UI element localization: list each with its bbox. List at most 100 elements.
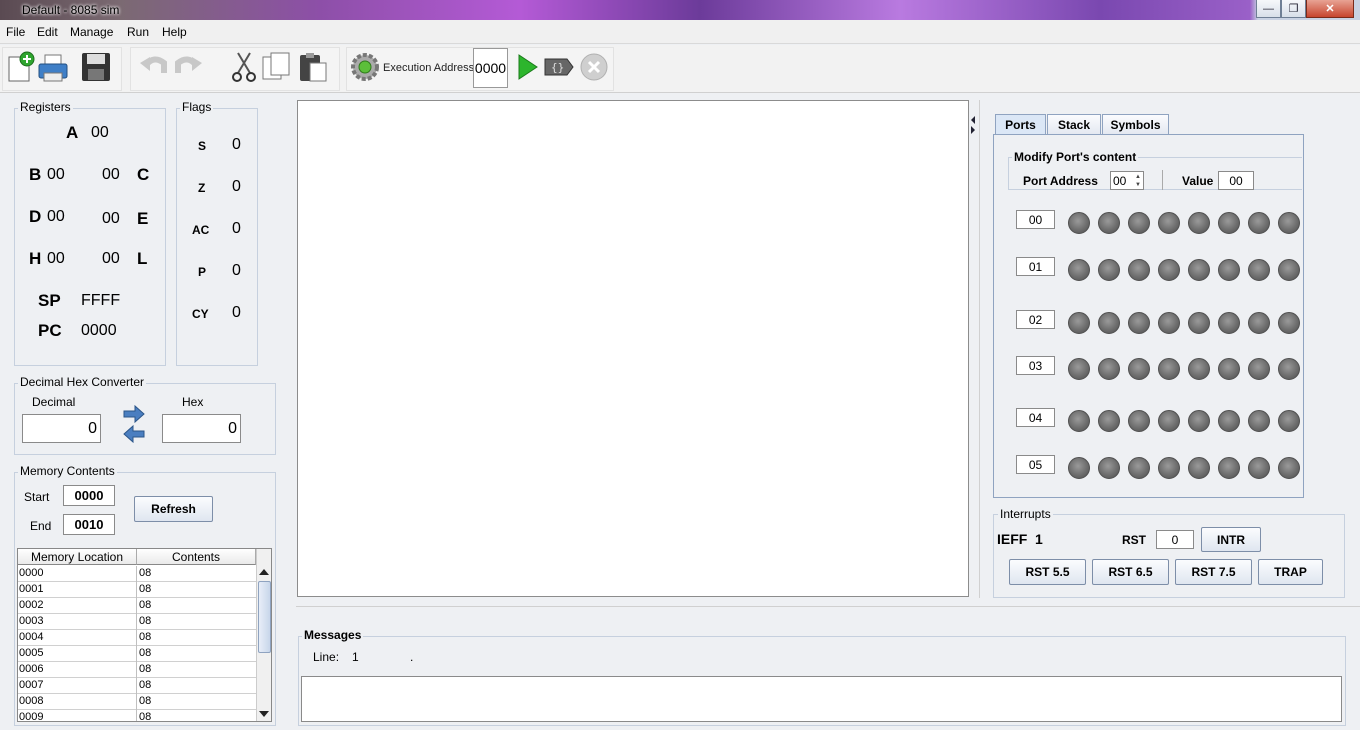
spinner-arrows-icon[interactable]: ▲ ▼: [1135, 173, 1141, 189]
rst-input[interactable]: 0: [1156, 530, 1194, 549]
menu-run[interactable]: Run: [127, 25, 149, 39]
splitter[interactable]: [970, 100, 978, 598]
cell-location[interactable]: 0008: [19, 695, 43, 707]
scroll-down-icon[interactable]: [259, 711, 269, 717]
port-01-bit-0-led-icon[interactable]: [1278, 259, 1300, 281]
port-01-bit-1-led-icon[interactable]: [1248, 259, 1270, 281]
cell-contents[interactable]: 08: [139, 631, 151, 643]
cell-location[interactable]: 0007: [19, 679, 43, 691]
port-04-bit-5-led-icon[interactable]: [1128, 410, 1150, 432]
cell-location[interactable]: 0001: [19, 583, 43, 595]
collapse-left-icon[interactable]: [971, 116, 975, 124]
cell-location[interactable]: 0000: [19, 567, 43, 579]
rst-5-5-button[interactable]: RST 5.5: [1009, 559, 1086, 585]
cell-contents[interactable]: 08: [139, 679, 151, 691]
table-row[interactable]: 0008 08: [18, 694, 256, 710]
menu-manage[interactable]: Manage: [70, 25, 113, 39]
cell-location[interactable]: 0002: [19, 599, 43, 611]
port-04-bit-3-led-icon[interactable]: [1188, 410, 1210, 432]
port-02-bit-1-led-icon[interactable]: [1248, 312, 1270, 334]
port-02-bit-2-led-icon[interactable]: [1218, 312, 1240, 334]
port-03-bit-0-led-icon[interactable]: [1278, 358, 1300, 380]
port-05-bit-7-led-icon[interactable]: [1068, 457, 1090, 479]
port-02-bit-3-led-icon[interactable]: [1188, 312, 1210, 334]
table-row[interactable]: 0007 08: [18, 678, 256, 694]
stop-button[interactable]: [578, 51, 610, 83]
new-file-button[interactable]: [5, 51, 37, 83]
port-04-bit-1-led-icon[interactable]: [1248, 410, 1270, 432]
port-01-bit-7-led-icon[interactable]: [1068, 259, 1090, 281]
port-02-bit-7-led-icon[interactable]: [1068, 312, 1090, 334]
port-00-bit-6-led-icon[interactable]: [1098, 212, 1120, 234]
port-03-bit-6-led-icon[interactable]: [1098, 358, 1120, 380]
memory-end-input[interactable]: 0010: [63, 514, 115, 535]
port-04-bit-0-led-icon[interactable]: [1278, 410, 1300, 432]
port-01-bit-5-led-icon[interactable]: [1128, 259, 1150, 281]
maximize-button[interactable]: ❐: [1281, 0, 1306, 18]
port-05-bit-6-led-icon[interactable]: [1098, 457, 1120, 479]
port-04-bit-7-led-icon[interactable]: [1068, 410, 1090, 432]
port-00-bit-1-led-icon[interactable]: [1248, 212, 1270, 234]
port-00-bit-5-led-icon[interactable]: [1128, 212, 1150, 234]
port-01-bit-2-led-icon[interactable]: [1218, 259, 1240, 281]
port-04-bit-2-led-icon[interactable]: [1218, 410, 1240, 432]
step-button[interactable]: {}: [543, 51, 575, 83]
menu-file[interactable]: File: [6, 25, 25, 39]
print-button[interactable]: [37, 51, 69, 83]
copy-button[interactable]: [261, 51, 293, 83]
memory-start-input[interactable]: 0000: [63, 485, 115, 506]
cell-location[interactable]: 0003: [19, 615, 43, 627]
rst-7-5-button[interactable]: RST 7.5: [1175, 559, 1252, 585]
cell-contents[interactable]: 08: [139, 647, 151, 659]
refresh-button[interactable]: Refresh: [134, 496, 213, 522]
redo-button[interactable]: [172, 51, 204, 83]
cell-contents[interactable]: 08: [139, 695, 151, 707]
port-00-bit-3-led-icon[interactable]: [1188, 212, 1210, 234]
minimize-button[interactable]: —: [1256, 0, 1281, 18]
port-05-bit-4-led-icon[interactable]: [1158, 457, 1180, 479]
intr-button[interactable]: INTR: [1201, 527, 1261, 552]
port-03-bit-2-led-icon[interactable]: [1218, 358, 1240, 380]
port-01-bit-4-led-icon[interactable]: [1158, 259, 1180, 281]
save-button[interactable]: [80, 51, 112, 83]
rst-6-5-button[interactable]: RST 6.5: [1092, 559, 1169, 585]
hex-to-decimal-button[interactable]: [123, 424, 145, 446]
port-05-bit-1-led-icon[interactable]: [1248, 457, 1270, 479]
port-02-bit-6-led-icon[interactable]: [1098, 312, 1120, 334]
cell-location[interactable]: 0004: [19, 631, 43, 643]
port-00-bit-4-led-icon[interactable]: [1158, 212, 1180, 234]
cell-contents[interactable]: 08: [139, 663, 151, 675]
table-row[interactable]: 0004 08: [18, 630, 256, 646]
hex-input[interactable]: 0: [162, 414, 241, 443]
table-row[interactable]: 0001 08: [18, 582, 256, 598]
port-03-bit-3-led-icon[interactable]: [1188, 358, 1210, 380]
scroll-thumb[interactable]: [258, 581, 271, 653]
table-row[interactable]: 0000 08: [18, 566, 256, 582]
table-row[interactable]: 0003 08: [18, 614, 256, 630]
column-header-location[interactable]: Memory Location: [18, 549, 137, 565]
port-05-bit-3-led-icon[interactable]: [1188, 457, 1210, 479]
settings-button[interactable]: [349, 51, 381, 83]
memory-scrollbar[interactable]: [256, 549, 271, 721]
port-00-bit-7-led-icon[interactable]: [1068, 212, 1090, 234]
cell-contents[interactable]: 08: [139, 711, 151, 721]
trap-button[interactable]: TRAP: [1258, 559, 1323, 585]
port-05-bit-2-led-icon[interactable]: [1218, 457, 1240, 479]
scroll-up-icon[interactable]: [259, 569, 269, 575]
port-02-bit-4-led-icon[interactable]: [1158, 312, 1180, 334]
cell-location[interactable]: 0009: [19, 711, 43, 721]
port-01-bit-6-led-icon[interactable]: [1098, 259, 1120, 281]
port-03-bit-4-led-icon[interactable]: [1158, 358, 1180, 380]
port-02-bit-0-led-icon[interactable]: [1278, 312, 1300, 334]
cut-button[interactable]: [228, 51, 260, 83]
port-05-bit-5-led-icon[interactable]: [1128, 457, 1150, 479]
run-button[interactable]: [511, 51, 543, 83]
port-01-bit-3-led-icon[interactable]: [1188, 259, 1210, 281]
port-03-bit-5-led-icon[interactable]: [1128, 358, 1150, 380]
cell-contents[interactable]: 08: [139, 615, 151, 627]
port-04-bit-4-led-icon[interactable]: [1158, 410, 1180, 432]
cell-contents[interactable]: 08: [139, 583, 151, 595]
execution-address-input[interactable]: 0000: [473, 48, 508, 88]
port-04-bit-6-led-icon[interactable]: [1098, 410, 1120, 432]
decimal-input[interactable]: 0: [22, 414, 101, 443]
